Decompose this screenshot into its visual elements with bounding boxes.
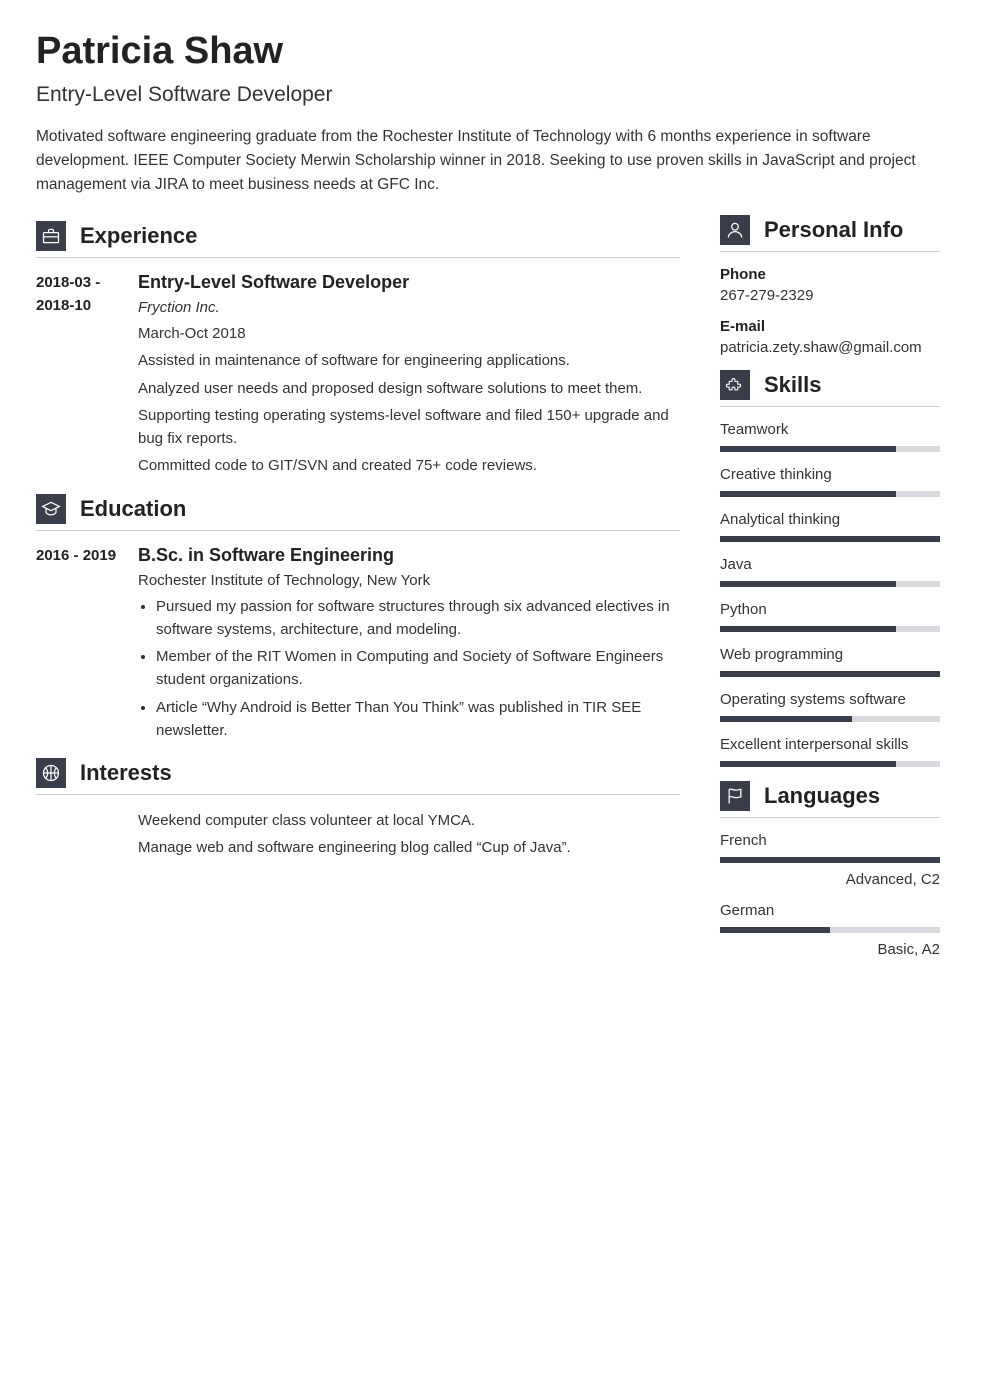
skill-bar	[720, 761, 940, 767]
interests-entry: Weekend computer class volunteer at loca…	[36, 809, 680, 864]
skill-name: Creative thinking	[720, 466, 940, 483]
phone-value: 267-279-2329	[720, 287, 940, 304]
section-header-interests: Interests	[36, 758, 680, 795]
phone-label: Phone	[720, 266, 940, 283]
section-title: Experience	[80, 223, 197, 249]
skill-name: Operating systems software	[720, 691, 940, 708]
section-title: Education	[80, 496, 186, 522]
skill-bar	[720, 626, 940, 632]
summary-text: Motivated software engineering graduate …	[36, 125, 940, 197]
skill-bar	[720, 581, 940, 587]
entry-line: Committed code to GIT/SVN and created 75…	[138, 454, 680, 477]
email-value: patricia.zety.shaw@gmail.com	[720, 339, 940, 356]
entry-bullet: Member of the RIT Women in Computing and…	[156, 645, 680, 692]
skill-item: Teamwork	[720, 421, 940, 452]
briefcase-icon	[36, 221, 66, 251]
skill-name: Python	[720, 601, 940, 618]
skill-item: Python	[720, 601, 940, 632]
language-item: French Advanced, C2	[720, 832, 940, 888]
language-name: German	[720, 902, 940, 919]
section-header-personal-info: Personal Info	[720, 215, 940, 252]
skill-bar	[720, 446, 940, 452]
entry-line: Analyzed user needs and proposed design …	[138, 377, 680, 400]
skill-item: Creative thinking	[720, 466, 940, 497]
language-item: German Basic, A2	[720, 902, 940, 958]
skill-item: Java	[720, 556, 940, 587]
person-icon	[720, 215, 750, 245]
language-name: French	[720, 832, 940, 849]
section-header-education: Education	[36, 494, 680, 531]
entry-title: B.Sc. in Software Engineering	[138, 545, 680, 566]
language-bar	[720, 927, 940, 933]
section-title: Languages	[764, 783, 880, 809]
skill-name: Web programming	[720, 646, 940, 663]
entry-company: Fryction Inc.	[138, 299, 680, 316]
skill-item: Operating systems software	[720, 691, 940, 722]
entry-school: Rochester Institute of Technology, New Y…	[138, 572, 680, 589]
section-title: Skills	[764, 372, 821, 398]
language-level: Basic, A2	[720, 941, 940, 958]
skill-bar	[720, 716, 940, 722]
skill-item: Web programming	[720, 646, 940, 677]
entry-bullet: Article “Why Android is Better Than You …	[156, 696, 680, 743]
entry-dates: 2016 - 2019	[36, 545, 118, 747]
basketball-icon	[36, 758, 66, 788]
skill-bar	[720, 536, 940, 542]
skill-name: Java	[720, 556, 940, 573]
entry-title: Entry-Level Software Developer	[138, 272, 680, 293]
entry-bullet: Pursued my passion for software structur…	[156, 595, 680, 642]
skill-name: Excellent interpersonal skills	[720, 736, 940, 753]
interest-line: Manage web and software engineering blog…	[138, 836, 680, 859]
section-header-experience: Experience	[36, 221, 680, 258]
language-level: Advanced, C2	[720, 871, 940, 888]
entry-dates: 2018-03 - 2018-10	[36, 272, 118, 482]
puzzle-icon	[720, 370, 750, 400]
section-header-skills: Skills	[720, 370, 940, 407]
skill-bar	[720, 491, 940, 497]
skill-bar	[720, 671, 940, 677]
skill-name: Analytical thinking	[720, 511, 940, 528]
entry-line: Assisted in maintenance of software for …	[138, 349, 680, 372]
experience-entry: 2018-03 - 2018-10 Entry-Level Software D…	[36, 272, 680, 482]
entry-line: Supporting testing operating systems-lev…	[138, 404, 680, 451]
email-label: E-mail	[720, 318, 940, 335]
language-bar	[720, 857, 940, 863]
skill-item: Excellent interpersonal skills	[720, 736, 940, 767]
entry-period: March-Oct 2018	[138, 322, 680, 345]
education-entry: 2016 - 2019 B.Sc. in Software Engineerin…	[36, 545, 680, 747]
section-title: Interests	[80, 760, 172, 786]
skill-item: Analytical thinking	[720, 511, 940, 542]
person-title: Entry-Level Software Developer	[36, 83, 940, 107]
flag-icon	[720, 781, 750, 811]
section-header-languages: Languages	[720, 781, 940, 818]
interest-line: Weekend computer class volunteer at loca…	[138, 809, 680, 832]
section-title: Personal Info	[764, 217, 903, 243]
skill-name: Teamwork	[720, 421, 940, 438]
graduation-cap-icon	[36, 494, 66, 524]
person-name: Patricia Shaw	[36, 30, 940, 73]
